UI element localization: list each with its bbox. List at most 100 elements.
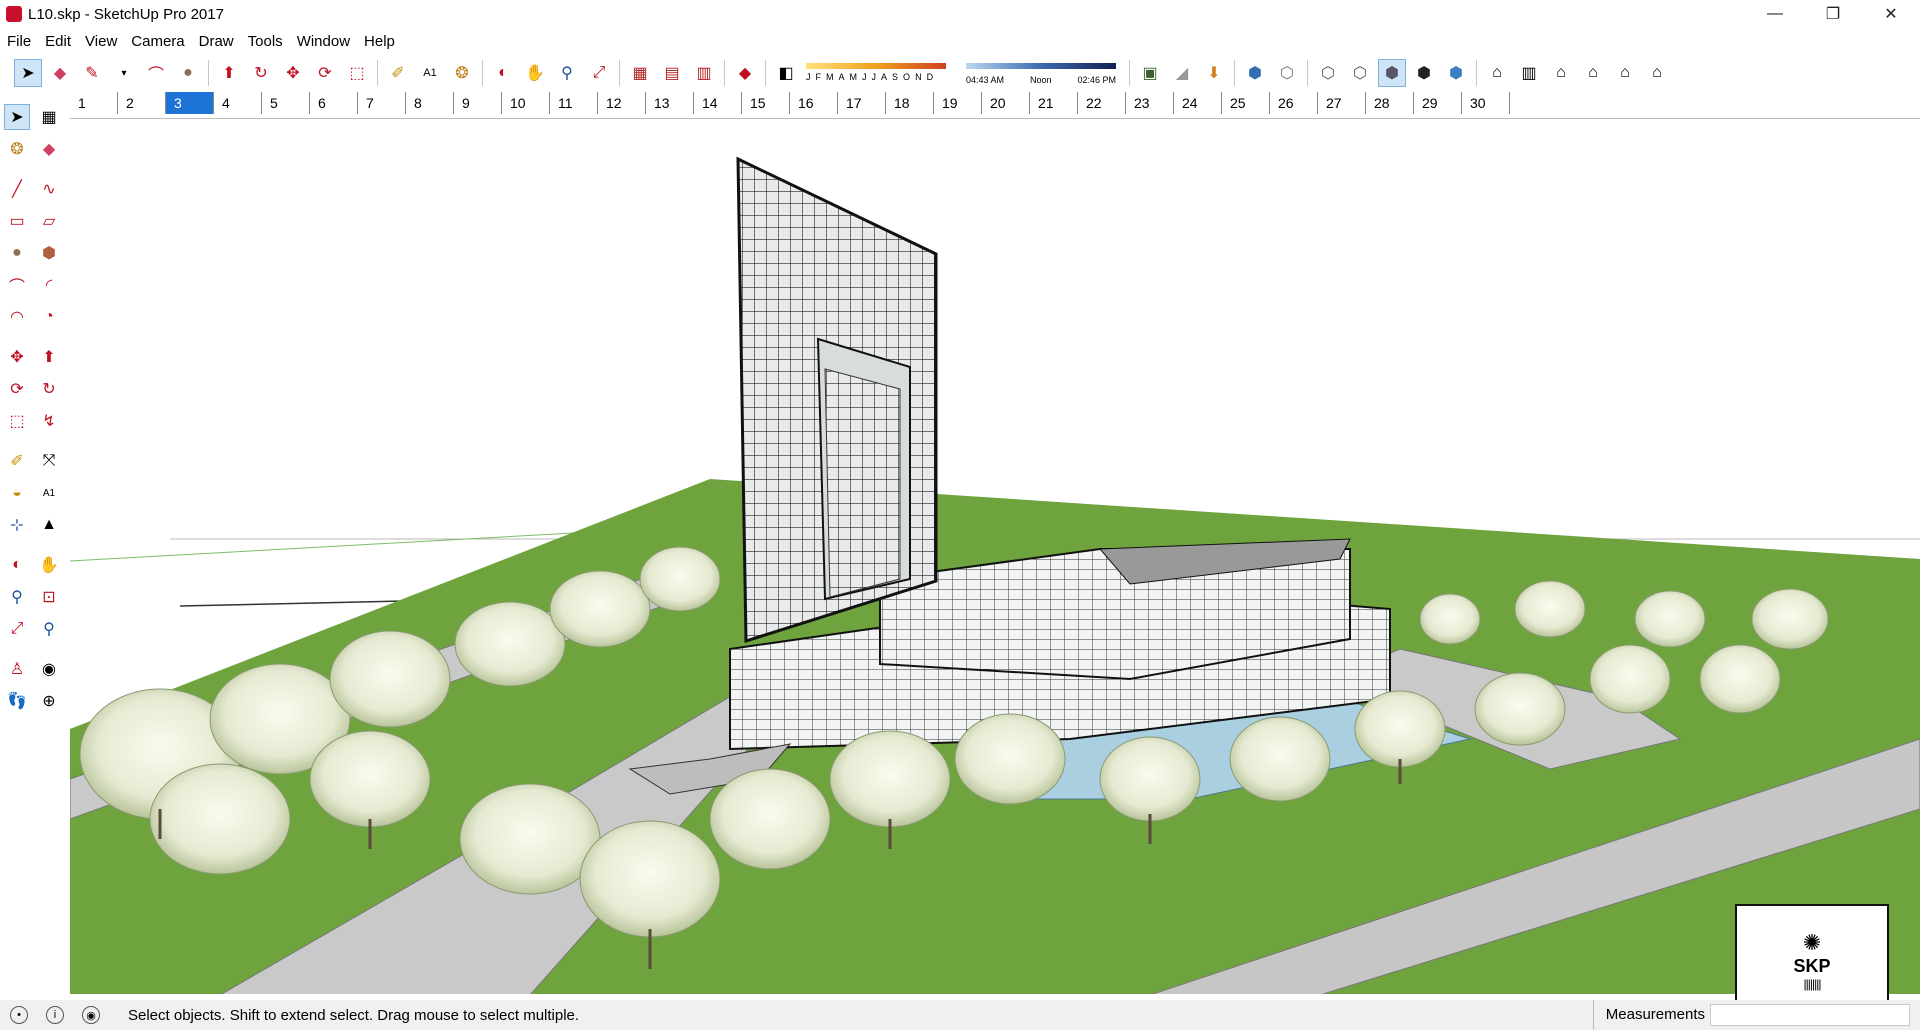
iso-view-icon[interactable]: ⌂ bbox=[1483, 59, 1511, 87]
scene-tab-22[interactable]: 22 bbox=[1078, 92, 1126, 114]
menu-window[interactable]: Window bbox=[290, 33, 357, 50]
scene-tab-8[interactable]: 8 bbox=[406, 92, 454, 114]
select-icon[interactable]: ➤ bbox=[4, 104, 30, 130]
eraser-icon[interactable]: ◆ bbox=[36, 136, 62, 162]
arc-icon[interactable]: ⌒ bbox=[4, 272, 30, 298]
scene-tab-19[interactable]: 19 bbox=[934, 92, 982, 114]
section-plane-icon[interactable]: ⊕ bbox=[36, 688, 62, 714]
warehouse-icon[interactable]: ▦ bbox=[626, 59, 654, 87]
scene-tab-1[interactable]: 1 bbox=[70, 92, 118, 114]
text-icon[interactable]: A1 bbox=[36, 480, 62, 506]
left-view-icon[interactable]: ⌂ bbox=[1643, 59, 1671, 87]
zoom-window-icon[interactable]: ⊡ bbox=[36, 584, 62, 610]
menu-edit[interactable]: Edit bbox=[38, 33, 78, 50]
orbit-icon[interactable]: ◐ bbox=[4, 552, 30, 578]
measurements-input[interactable] bbox=[1710, 1004, 1910, 1026]
scale-icon[interactable]: ⬚ bbox=[343, 59, 371, 87]
shaded-icon[interactable]: ⬢ bbox=[1378, 59, 1406, 87]
model-viewport[interactable] bbox=[70, 118, 1920, 994]
polygon-icon[interactable]: ⬢ bbox=[36, 240, 62, 266]
scene-tab-15[interactable]: 15 bbox=[742, 92, 790, 114]
circle-icon[interactable]: ● bbox=[174, 59, 202, 87]
extension-icon[interactable]: ▤ bbox=[658, 59, 686, 87]
close-button[interactable]: ✕ bbox=[1862, 0, 1920, 28]
minimize-button[interactable]: — bbox=[1746, 0, 1804, 28]
menu-file[interactable]: File bbox=[0, 33, 38, 50]
sandbox-import-icon[interactable]: ⬇ bbox=[1200, 59, 1228, 87]
rotate-icon[interactable]: ⟳ bbox=[311, 59, 339, 87]
paint-bucket-icon[interactable]: ❂ bbox=[4, 136, 30, 162]
layout-icon[interactable]: ▥ bbox=[690, 59, 718, 87]
text-icon[interactable]: A1 bbox=[416, 59, 444, 87]
photo-texture-icon[interactable]: ◢ bbox=[1168, 59, 1196, 87]
scene-tab-16[interactable]: 16 bbox=[790, 92, 838, 114]
textured-icon[interactable]: ⬢ bbox=[1410, 59, 1438, 87]
dimension-icon[interactable]: ⤧ bbox=[36, 448, 62, 474]
scene-tab-4[interactable]: 4 bbox=[214, 92, 262, 114]
back-view-icon[interactable]: ⌂ bbox=[1611, 59, 1639, 87]
scene-tab-30[interactable]: 30 bbox=[1462, 92, 1510, 114]
time-slider[interactable] bbox=[966, 63, 1116, 69]
pushpull-icon[interactable]: ⬆ bbox=[215, 59, 243, 87]
rotate-icon[interactable]: ⟳ bbox=[4, 376, 30, 402]
pan-icon[interactable]: ✋ bbox=[36, 552, 62, 578]
scene-tab-13[interactable]: 13 bbox=[646, 92, 694, 114]
rotated-rectangle-icon[interactable]: ▱ bbox=[36, 208, 62, 234]
scale-icon[interactable]: ⬚ bbox=[4, 408, 30, 434]
front-view-icon[interactable]: ⌂ bbox=[1547, 59, 1575, 87]
user-icon[interactable]: ◉ bbox=[82, 1006, 100, 1024]
select-icon[interactable]: ➤ bbox=[14, 59, 42, 87]
ruby-icon[interactable]: ◆ bbox=[731, 59, 759, 87]
scene-tab-6[interactable]: 6 bbox=[310, 92, 358, 114]
scene-tab-24[interactable]: 24 bbox=[1174, 92, 1222, 114]
pencil-icon[interactable]: ✎ bbox=[78, 59, 106, 87]
tape-measure-icon[interactable]: ✐ bbox=[4, 448, 30, 474]
geo-location-icon[interactable]: ▣ bbox=[1136, 59, 1164, 87]
followme-icon[interactable]: ↻ bbox=[36, 376, 62, 402]
line-icon[interactable]: ╱ bbox=[4, 176, 30, 202]
scene-tab-27[interactable]: 27 bbox=[1318, 92, 1366, 114]
backedges-icon[interactable]: ⬡ bbox=[1273, 59, 1301, 87]
offset-icon[interactable]: ↯ bbox=[36, 408, 62, 434]
zoom-icon[interactable]: ⚲ bbox=[553, 59, 581, 87]
3d-text-icon[interactable]: ▲ bbox=[36, 512, 62, 538]
hidden-line-icon[interactable]: ⬡ bbox=[1346, 59, 1374, 87]
scene-tab-11[interactable]: 11 bbox=[550, 92, 598, 114]
info-icon[interactable]: i bbox=[46, 1006, 64, 1024]
menu-view[interactable]: View bbox=[78, 33, 124, 50]
scene-tab-7[interactable]: 7 bbox=[358, 92, 406, 114]
axes-icon[interactable]: ⊹ bbox=[4, 512, 30, 538]
look-around-icon[interactable]: ◉ bbox=[36, 656, 62, 682]
menu-camera[interactable]: Camera bbox=[124, 33, 191, 50]
scene-tab-25[interactable]: 25 bbox=[1222, 92, 1270, 114]
scene-tab-5[interactable]: 5 bbox=[262, 92, 310, 114]
circle-icon[interactable]: ● bbox=[4, 240, 30, 266]
top-view-icon[interactable]: ▥ bbox=[1515, 59, 1543, 87]
previous-view-icon[interactable]: ⚲ bbox=[36, 616, 62, 642]
scene-tab-28[interactable]: 28 bbox=[1366, 92, 1414, 114]
scene-tab-14[interactable]: 14 bbox=[694, 92, 742, 114]
zoom-extents-icon[interactable]: ⤢ bbox=[4, 616, 30, 642]
date-slider[interactable] bbox=[806, 63, 946, 69]
position-camera-icon[interactable]: ♙ bbox=[4, 656, 30, 682]
arc-icon[interactable]: ⌒ bbox=[142, 59, 170, 87]
menu-draw[interactable]: Draw bbox=[192, 33, 241, 50]
followme-icon[interactable]: ↻ bbox=[247, 59, 275, 87]
freehand-icon[interactable]: ∿ bbox=[36, 176, 62, 202]
right-view-icon[interactable]: ⌂ bbox=[1579, 59, 1607, 87]
shadows-toggle-icon[interactable]: ◧ bbox=[772, 59, 800, 87]
scene-tab-29[interactable]: 29 bbox=[1414, 92, 1462, 114]
move-icon[interactable]: ✥ bbox=[4, 344, 30, 370]
sketchup-app-icon[interactable] bbox=[6, 6, 22, 22]
monochrome-icon[interactable]: ⬢ bbox=[1442, 59, 1470, 87]
line-dropdown-icon[interactable]: ▾ bbox=[110, 59, 138, 87]
geo-location-status-icon[interactable]: • bbox=[10, 1006, 28, 1024]
wireframe-icon[interactable]: ⬡ bbox=[1314, 59, 1342, 87]
xray-icon[interactable]: ⬢ bbox=[1241, 59, 1269, 87]
protractor-icon[interactable]: ◒ bbox=[4, 480, 30, 506]
scene-tab-9[interactable]: 9 bbox=[454, 92, 502, 114]
scene-tab-3[interactable]: 3 bbox=[166, 92, 214, 114]
restore-button[interactable]: ❐ bbox=[1804, 0, 1862, 28]
two-point-arc-icon[interactable]: ◜ bbox=[36, 272, 62, 298]
eraser-icon[interactable]: ◆ bbox=[46, 59, 74, 87]
